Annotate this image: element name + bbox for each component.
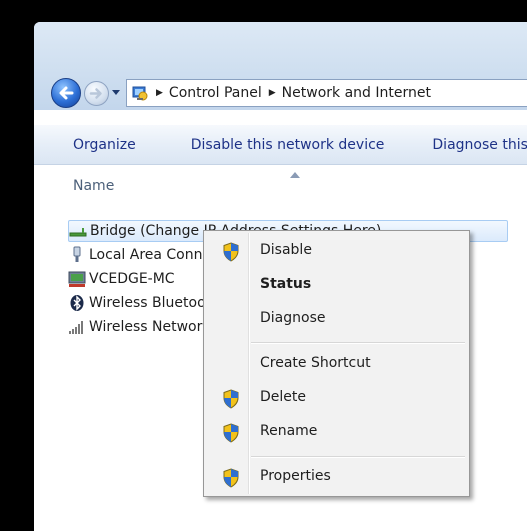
menu-separator: [251, 456, 465, 458]
back-arrow-icon: [59, 86, 74, 100]
network-bridge-icon: [69, 228, 87, 237]
wireless-signal-icon: [69, 321, 83, 334]
diagnose-connection-button[interactable]: Diagnose this connection: [432, 137, 527, 153]
menu-separator: [251, 342, 465, 344]
menu-item-label: Create Shortcut: [260, 355, 371, 371]
breadcrumb-separator[interactable]: ▶: [269, 88, 276, 98]
chevron-down-icon[interactable]: [112, 90, 120, 96]
list-item-label: Wireless Bluetooth: [89, 295, 220, 311]
uac-shield-icon: [223, 468, 239, 488]
breadcrumb-control-panel[interactable]: Control Panel: [169, 85, 262, 101]
organize-button[interactable]: Organize: [73, 137, 136, 153]
menu-item-status[interactable]: Status: [207, 271, 466, 301]
menu-item-label: Disable: [260, 242, 312, 258]
breadcrumb-network-and-internet[interactable]: Network and Internet: [282, 85, 431, 101]
sort-up-icon: [290, 172, 300, 178]
menu-item-disable[interactable]: Disable: [207, 237, 466, 267]
forward-button[interactable]: [84, 81, 109, 106]
column-header-name[interactable]: Name: [73, 178, 114, 194]
menu-item-label: Properties: [260, 468, 331, 484]
disable-device-button[interactable]: Disable this network device: [191, 137, 385, 153]
menu-item-label: Rename: [260, 423, 318, 439]
menu-item-label: Status: [260, 276, 312, 292]
menu-item-create-shortcut[interactable]: Create Shortcut: [207, 350, 466, 380]
menu-item-delete[interactable]: Delete: [207, 384, 466, 414]
control-panel-icon: [132, 86, 148, 101]
network-adapter-icon: [68, 271, 86, 287]
forward-arrow-icon: [89, 88, 102, 99]
list-item-label: VCEDGE-MC: [89, 271, 175, 287]
menu-item-diagnose[interactable]: Diagnose: [207, 305, 466, 335]
breadcrumb-separator[interactable]: ▶: [156, 88, 163, 98]
uac-shield-icon: [223, 423, 239, 443]
menu-item-rename[interactable]: Rename: [207, 418, 466, 448]
uac-shield-icon: [223, 242, 239, 262]
menu-item-label: Delete: [260, 389, 306, 405]
menu-item-label: Diagnose: [260, 310, 326, 326]
menu-item-properties[interactable]: Properties: [207, 463, 466, 493]
ethernet-icon: [73, 246, 81, 262]
uac-shield-icon: [223, 389, 239, 409]
back-button[interactable]: [51, 78, 81, 108]
command-bar: Organize Disable this network device Dia…: [34, 125, 527, 165]
bluetooth-icon: [70, 295, 84, 311]
context-menu: Disable Status Diagnose Create Shortcut …: [203, 230, 470, 497]
address-bar[interactable]: ▶ Control Panel ▶ Network and Internet: [126, 79, 527, 107]
